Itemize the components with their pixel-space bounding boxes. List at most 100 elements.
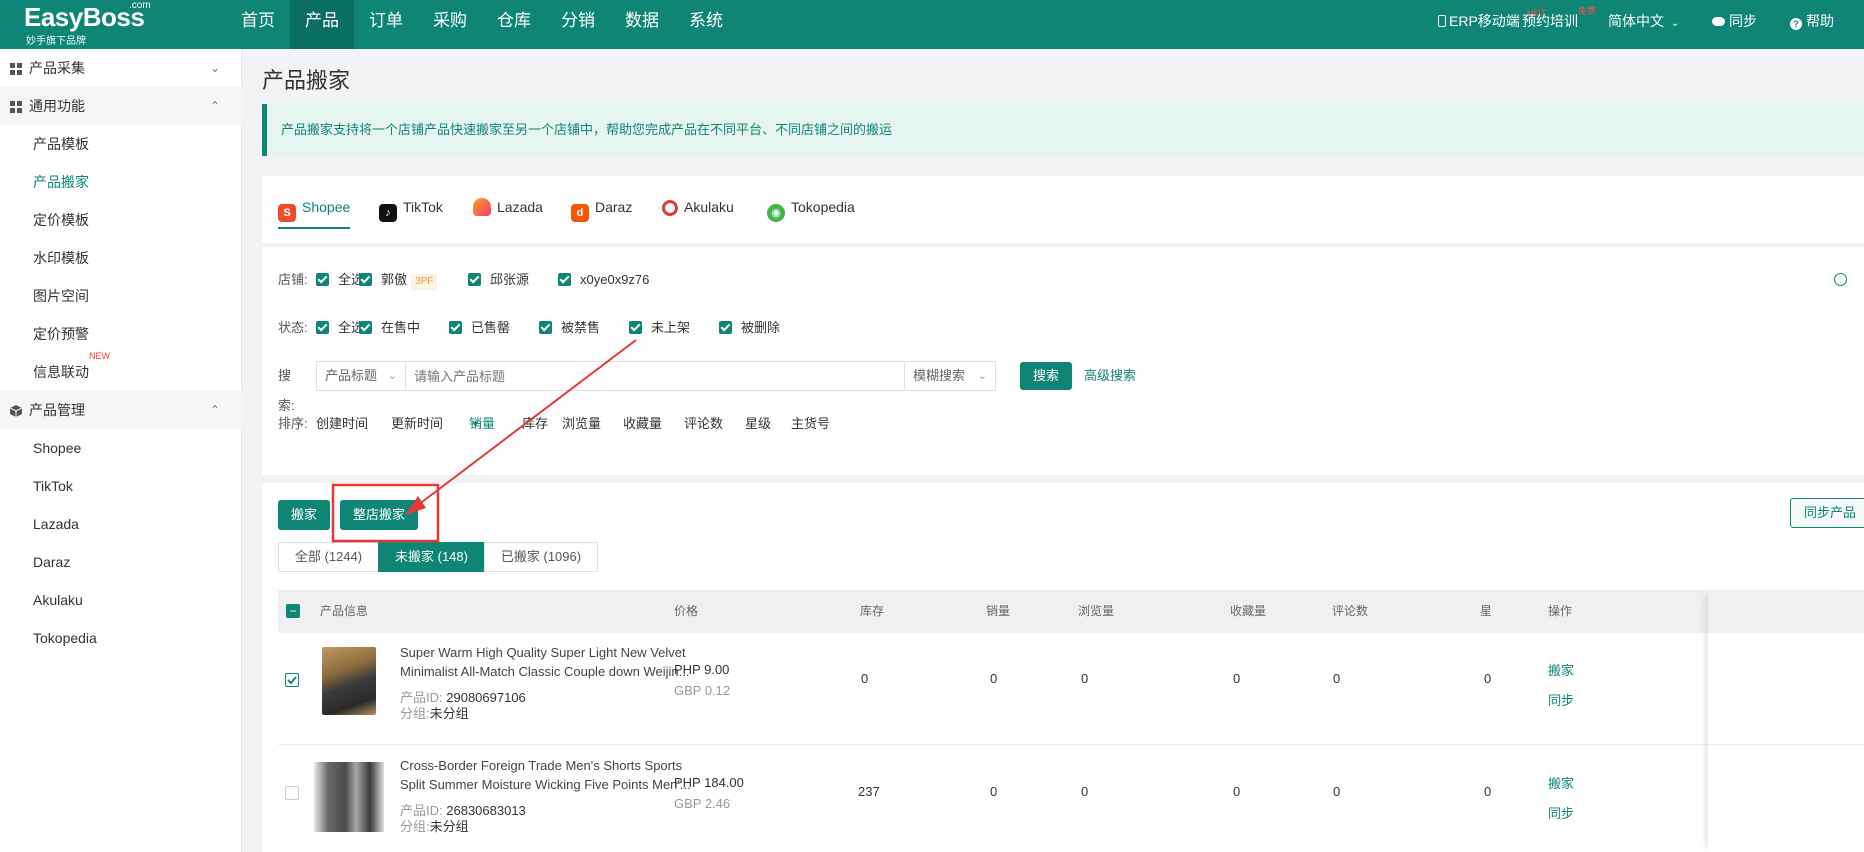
move-button[interactable]: 搬家: [278, 500, 330, 530]
actions-cell: [1526, 746, 1676, 852]
tab-tokopedia[interactable]: ◉ Tokopedia: [767, 176, 855, 243]
checkbox-checked: [449, 321, 462, 334]
sidebar-item-tiktok[interactable]: TikTok: [33, 467, 73, 505]
column-favorites[interactable]: 收藏量: [1230, 590, 1266, 633]
sync-label: 同步: [1729, 13, 1757, 29]
sidebar-item-akulaku[interactable]: Akulaku: [33, 581, 83, 619]
tab-moved[interactable]: 已搬家 (1096): [484, 542, 598, 572]
sidebar-item-pricing-template[interactable]: 定价模板: [33, 201, 89, 239]
nav-purchase[interactable]: 采购: [418, 0, 482, 49]
sidebar-item-product-move[interactable]: 产品搬家: [33, 163, 89, 201]
row-checkbox-checked[interactable]: [285, 673, 299, 687]
tab-akulaku[interactable]: Akulaku: [662, 176, 734, 243]
sidebar-item-daraz[interactable]: Daraz: [33, 543, 70, 581]
sidebar-item-product-template[interactable]: 产品模板: [33, 125, 89, 163]
grid-icon: [10, 100, 22, 113]
product-title[interactable]: Super Warm High Quality Super Light New …: [400, 643, 720, 681]
nav-data[interactable]: 数据: [610, 0, 674, 49]
search-field-select[interactable]: 产品标题 ⌄: [316, 361, 406, 391]
search-input[interactable]: [405, 361, 905, 391]
shop-select-all-checkbox[interactable]: 全选: [316, 267, 364, 293]
nav-system[interactable]: 系统: [674, 0, 738, 49]
sort-stock[interactable]: 库存: [522, 411, 548, 437]
column-views[interactable]: 浏览量: [1078, 590, 1114, 633]
cube-icon: [9, 404, 23, 417]
product-thumbnail[interactable]: [322, 647, 376, 715]
shop-qiuzhangyuan-checkbox[interactable]: 邱张源: [468, 267, 529, 293]
status-select-all-checkbox[interactable]: 全选: [316, 315, 364, 341]
search-button[interactable]: 搜索: [1020, 362, 1072, 390]
sidebar-item-watermark-template[interactable]: 水印模板: [33, 239, 89, 277]
move-whole-shop-button[interactable]: 整店搬家: [340, 500, 418, 530]
tab-all[interactable]: 全部 (1244): [278, 542, 379, 572]
product-group: 分组:未分组: [400, 703, 469, 722]
sort-update-time[interactable]: 更新时间: [391, 411, 443, 437]
advanced-search-link[interactable]: 高级搜索: [1084, 361, 1136, 391]
sort-reviews[interactable]: 评论数: [684, 411, 723, 437]
row-move-link[interactable]: 搬家: [1548, 660, 1574, 679]
product-thumbnail[interactable]: [314, 762, 384, 832]
checkbox-label: 邱张源: [490, 272, 530, 287]
nav-warehouse[interactable]: 仓库: [482, 0, 546, 49]
row-sync-link[interactable]: 同步: [1548, 803, 1574, 822]
sync-link[interactable]: 同步: [1712, 0, 1757, 42]
reviews-value: 0: [1333, 671, 1341, 686]
erp-mobile-link[interactable]: ERP移动端: [1438, 0, 1520, 42]
column-reviews[interactable]: 评论数: [1332, 590, 1368, 633]
training-link[interactable]: 预约培训: [1522, 0, 1578, 42]
product-list-panel: 搬家 整店搬家 同步产品 全部 (1244) 未搬家 (148) 已搬家 (10…: [262, 483, 1864, 852]
sidebar-item-info-link[interactable]: 信息联动 NEW: [33, 351, 110, 391]
column-stock[interactable]: 库存: [860, 590, 884, 633]
sidebar-item-tokopedia[interactable]: Tokopedia: [33, 619, 97, 657]
chevron-down-icon: ⌄: [387, 370, 397, 382]
shop-x0ye0x9z76-checkbox[interactable]: x0ye0x9z76: [558, 267, 649, 293]
tab-daraz[interactable]: d Daraz: [571, 176, 632, 243]
nav-orders[interactable]: 订单: [354, 0, 418, 49]
status-deleted-checkbox[interactable]: 被删除: [719, 315, 780, 341]
sort-favorites[interactable]: 收藏量: [623, 411, 662, 437]
sidebar-item-image-space[interactable]: 图片空间: [33, 277, 89, 315]
select-all-checkbox[interactable]: −: [286, 604, 300, 618]
tab-shopee[interactable]: S Shopee: [278, 176, 351, 243]
column-sales[interactable]: 销量: [986, 590, 1010, 633]
sidebar-item-lazada[interactable]: Lazada: [33, 505, 79, 543]
nav-product[interactable]: 产品: [290, 0, 354, 49]
product-title-line2: Minimalist All-Match Classic Couple down…: [400, 664, 690, 679]
row-move-link[interactable]: 搬家: [1548, 773, 1574, 792]
help-link[interactable]: ? 帮助: [1790, 0, 1834, 42]
sort-create-time[interactable]: 创建时间: [316, 411, 368, 437]
row-checkbox[interactable]: [285, 786, 299, 800]
status-banned-checkbox[interactable]: 被禁售: [539, 315, 600, 341]
search-icon[interactable]: [1834, 273, 1847, 286]
chevron-up-icon: ⌃: [209, 99, 220, 113]
caret-down-icon: ▼: [471, 419, 480, 429]
sidebar-group-manage[interactable]: 产品管理 ⌃: [0, 391, 242, 429]
checkbox-label: 被禁售: [561, 320, 601, 335]
product-title[interactable]: Cross-Border Foreign Trade Men's Shorts …: [400, 756, 720, 794]
search-mode-select[interactable]: 模糊搜索 ⌄: [904, 361, 996, 391]
sort-star[interactable]: 星级: [745, 411, 771, 437]
language-select[interactable]: 简体中文 ⌄: [1608, 0, 1679, 42]
status-sold-out-checkbox[interactable]: 已售罄: [449, 315, 510, 341]
sort-views[interactable]: 浏览量: [562, 411, 601, 437]
sidebar-item-pricing-alert[interactable]: 定价预警: [33, 315, 89, 353]
tab-tiktok[interactable]: ♪ TikTok: [379, 176, 443, 243]
sync-products-button[interactable]: 同步产品: [1790, 498, 1864, 528]
tokopedia-icon: ◉: [767, 204, 785, 222]
sidebar-group-collect[interactable]: 产品采集 ⌄: [0, 49, 242, 87]
nav-distribution[interactable]: 分销: [546, 0, 610, 49]
column-star[interactable]: 星: [1480, 590, 1492, 633]
row-sync-link[interactable]: 同步: [1548, 690, 1574, 709]
sidebar-item-shopee[interactable]: Shopee: [33, 429, 81, 467]
shop-guoao-checkbox[interactable]: 郭傲 3PF: [359, 267, 438, 293]
sidebar-group-general[interactable]: 通用功能 ⌃: [0, 87, 242, 125]
easyboss-logo[interactable]: EasyBoss .com 妙手旗下品牌: [24, 0, 164, 49]
nav-home[interactable]: 首页: [226, 0, 290, 49]
status-on-sale-checkbox[interactable]: 在售中: [359, 315, 420, 341]
group-label: 分组:: [400, 819, 430, 834]
tab-lazada[interactable]: Lazada: [473, 176, 543, 243]
sort-sku[interactable]: 主货号: [791, 411, 830, 437]
tab-not-moved[interactable]: 未搬家 (148): [378, 542, 485, 572]
cloud-sync-icon: [1712, 17, 1725, 26]
status-unlisted-checkbox[interactable]: 未上架: [629, 315, 690, 341]
